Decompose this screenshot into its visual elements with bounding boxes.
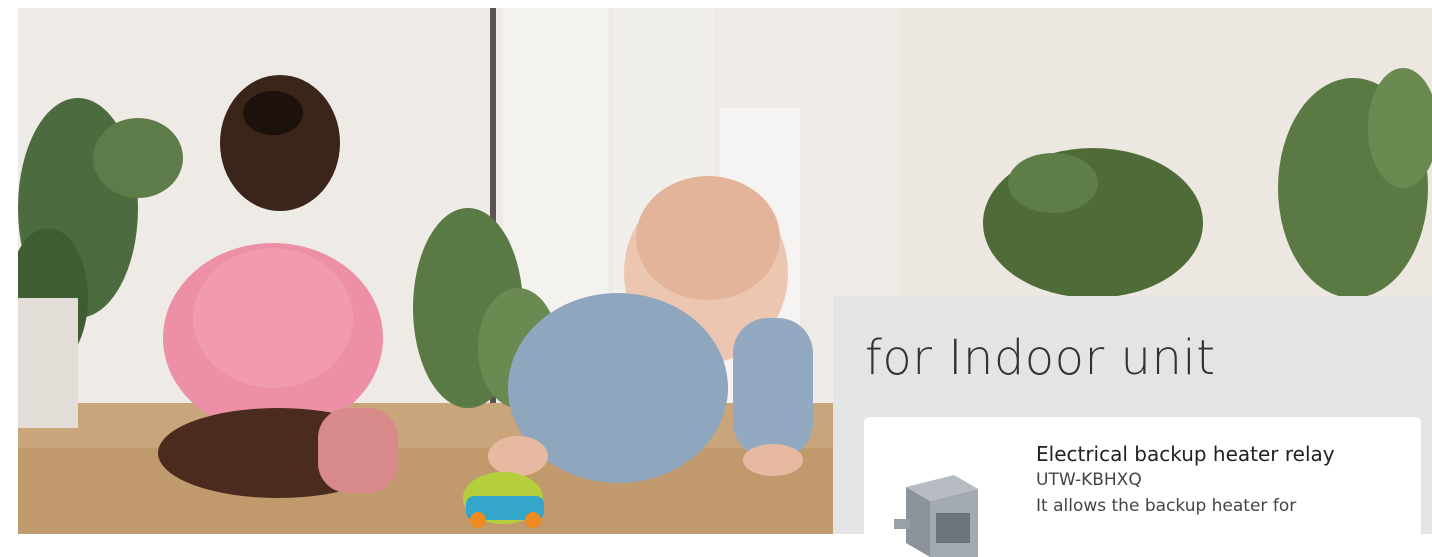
relay-product-image	[894, 475, 978, 557]
accessory-card[interactable]: Electrical backup heater relay UTW-KBHXQ…	[864, 417, 1421, 557]
accessory-model-code: UTW-KBHXQ	[1036, 470, 1142, 490]
accessory-panel: for Indoor unit Electrical backup heater…	[833, 296, 1432, 557]
accessory-description: It allows the backup heater for	[1036, 496, 1297, 516]
accessory-name: Electrical backup heater relay	[1036, 442, 1335, 466]
section-title: for Indoor unit	[865, 330, 1216, 386]
accessory-details: Electrical backup heater relay UTW-KBHXQ…	[1036, 441, 1416, 519]
